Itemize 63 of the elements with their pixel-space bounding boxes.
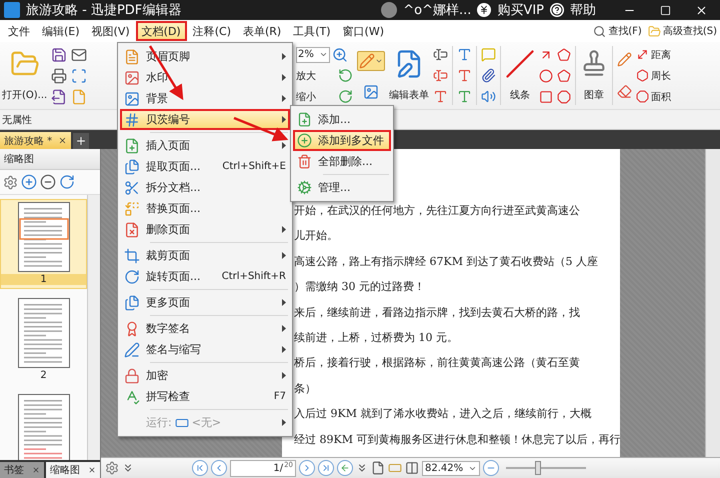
- panel-tab[interactable]: 书签: [0, 462, 44, 478]
- zoom-in-button[interactable]: 放大: [296, 68, 316, 83]
- menu-item[interactable]: 视图(V): [86, 21, 136, 41]
- thumbnail-item[interactable]: 2: [0, 295, 87, 385]
- menu-item[interactable]: 表单(R): [236, 21, 288, 41]
- menu-entry[interactable]: 更多页面: [120, 292, 290, 313]
- document-tab[interactable]: 旅游攻略 *: [0, 132, 72, 149]
- menu-entry[interactable]: 签名与缩写: [120, 339, 290, 360]
- menu-entry[interactable]: 拆分文档...: [120, 177, 290, 198]
- text-line: 儿开始。: [294, 228, 338, 244]
- zoom-out-button[interactable]: 缩小: [296, 90, 316, 104]
- menu-entry[interactable]: 贝茨编号: [120, 109, 290, 130]
- menu-entry[interactable]: 删除页面: [120, 219, 290, 240]
- buy-vip-link[interactable]: 购买VIP: [497, 1, 544, 19]
- zoom-combo[interactable]: 82.42%: [422, 460, 480, 476]
- menu-entry[interactable]: 全部删除...: [293, 151, 391, 172]
- menu-entry[interactable]: 加密: [120, 365, 290, 386]
- measure-button[interactable]: 距离: [651, 48, 671, 62]
- open-button[interactable]: 打开(O)...: [2, 88, 48, 102]
- menu-entry[interactable]: 裁剪页面: [120, 245, 290, 266]
- text-line: 经过 89KM 可到黄梅服务区进行休息和整顿！休息完了以后，再行: [294, 432, 620, 448]
- help-link[interactable]: 帮助: [570, 1, 596, 19]
- text-line: 高速公路，路上有指示牌经 67KM 到达了黄石收费站（5 人座: [294, 254, 598, 270]
- menu-item[interactable]: 注释(C): [186, 21, 237, 41]
- text-line: ）需缴纳 30 元的过路费！: [294, 279, 425, 296]
- page-number: 1: [1, 274, 86, 285]
- menu-entry[interactable]: 管理...: [293, 177, 391, 198]
- edit-form-button[interactable]: 编辑表单: [389, 88, 429, 102]
- properties-label: 无属性: [2, 114, 32, 126]
- search-button[interactable]: 查找(F): [590, 24, 645, 38]
- menu-item[interactable]: 工具(T): [287, 21, 337, 41]
- measure-button[interactable]: 周长: [651, 68, 671, 82]
- menu-item[interactable]: 文档(D): [136, 21, 187, 41]
- menu-entry[interactable]: 提取页面... Ctrl+Shift+E: [120, 156, 290, 177]
- text-line: 来后，继续前进，看路边指示牌，找到去黄石大桥的路，找: [294, 304, 580, 321]
- menu-item[interactable]: 编辑(E): [36, 21, 86, 41]
- measure-button[interactable]: 面积: [651, 90, 671, 104]
- panel-title: 缩略图: [4, 152, 34, 166]
- text-line: 条）: [294, 380, 316, 397]
- zoom-combo[interactable]: 2%: [296, 46, 330, 63]
- menu-item[interactable]: 文件: [2, 21, 36, 41]
- menu-entry[interactable]: 旋转页面... Ctrl+Shift+R: [120, 266, 290, 287]
- search-button[interactable]: 高级查找(S): [644, 24, 720, 38]
- menu-entry[interactable]: 添加到多文件: [293, 130, 391, 151]
- window-title: 旅游攻略 - 迅捷PDF编辑器: [26, 2, 182, 19]
- page-number: 2: [39, 370, 48, 381]
- text-line: 桥后，接着行驶，根据路标，前往黄黄高速公路（黄石至黄: [294, 355, 580, 372]
- menu-entry[interactable]: 数字签名: [120, 318, 290, 339]
- text-line: 续前进，上桥，过桥费为 10 元。: [294, 330, 458, 346]
- stamp-button[interactable]: 图章: [584, 88, 604, 102]
- menu-entry[interactable]: 插入页面: [120, 135, 290, 156]
- menu-entry[interactable]: 添加...: [293, 109, 391, 130]
- line-button[interactable]: 线条: [510, 88, 530, 102]
- menu-entry[interactable]: 水印: [120, 67, 290, 88]
- menu-entry[interactable]: 背景: [120, 88, 290, 109]
- user-name[interactable]: ^o^娜样...: [403, 1, 472, 19]
- menu-entry[interactable]: 替换页面...: [120, 198, 290, 219]
- menu-entry[interactable]: 拼写检查 F7: [120, 386, 290, 407]
- panel-tab[interactable]: 缩略图: [46, 462, 100, 478]
- menu-item[interactable]: 窗口(W): [336, 21, 390, 41]
- thumbnail-item[interactable]: 1: [0, 199, 87, 289]
- text-line: 入后过 9KM 就到了浠水收费站，进入之后，继续前行，大概: [294, 406, 592, 422]
- text-line: 开始，在武汉的任何地方，先往江夏方向行进至武黄高速公: [294, 203, 580, 219]
